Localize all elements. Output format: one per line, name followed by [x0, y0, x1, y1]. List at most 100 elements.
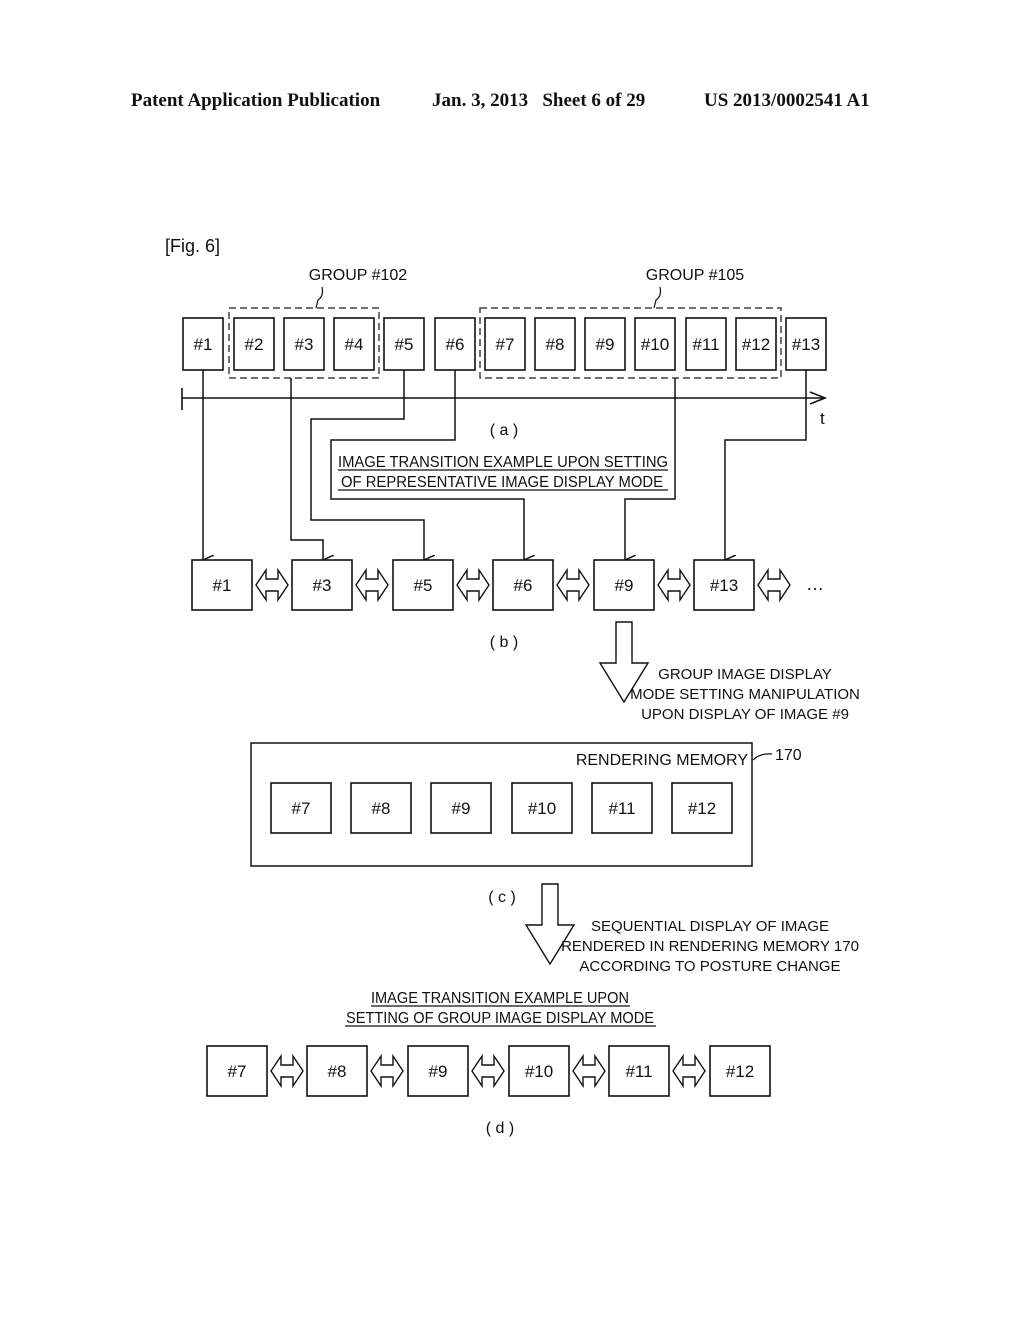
memory-image-box: #9: [430, 782, 492, 834]
representative-image-box: #13: [693, 559, 755, 611]
group-title-line-2: SETTING OF GROUP IMAGE DISPLAY MODE: [346, 1010, 654, 1027]
top-image-box-label: #11: [692, 335, 719, 354]
manipulation-note-line-2: MODE SETTING MANIPULATION: [630, 686, 860, 703]
top-image-box: #13: [785, 317, 827, 371]
part-b-label: ( b ): [490, 634, 518, 651]
group-image-box: #9: [407, 1045, 469, 1097]
top-image-box: #7: [484, 317, 526, 371]
memory-image-box: #12: [671, 782, 733, 834]
group-image-box-label: #10: [525, 1062, 553, 1081]
top-image-box-label: #8: [546, 335, 565, 354]
top-image-box: #1: [182, 317, 224, 371]
top-image-box-label: #9: [596, 335, 615, 354]
top-image-box-label: #6: [446, 335, 465, 354]
top-image-box: #3: [283, 317, 325, 371]
group-image-box: #8: [306, 1045, 368, 1097]
top-image-box: #6: [434, 317, 476, 371]
top-image-box-label: #12: [742, 335, 770, 354]
group-102-label: GROUP #102: [309, 267, 408, 284]
top-image-box: #12: [735, 317, 777, 371]
top-image-box: #5: [383, 317, 425, 371]
representative-image-box: #6: [492, 559, 554, 611]
group-image-box: #12: [709, 1045, 771, 1097]
sequential-note-line-1: SEQUENTIAL DISPLAY OF IMAGE: [591, 918, 829, 935]
group-image-box: #7: [206, 1045, 268, 1097]
representative-image-box: #1: [191, 559, 253, 611]
double-arrow-icon: [270, 1053, 304, 1089]
group-image-row: #7 #8 #9 #10 #11 #12: [206, 1045, 771, 1097]
memory-image-box-label: #11: [608, 799, 635, 818]
memory-image-box: #11: [591, 782, 653, 834]
representative-image-box: #9: [593, 559, 655, 611]
top-image-box-label: #3: [295, 335, 314, 354]
representative-image-box-label: #6: [514, 576, 533, 595]
manipulation-note-line-1: GROUP IMAGE DISPLAY: [658, 666, 832, 683]
sequential-note-line-3: ACCORDING TO POSTURE CHANGE: [579, 958, 840, 975]
top-image-box-label: #13: [792, 335, 820, 354]
top-image-box-label: #7: [496, 335, 515, 354]
top-image-box: #4: [333, 317, 375, 371]
memory-image-box-label: #9: [452, 799, 471, 818]
double-arrow-icon: [471, 1053, 505, 1089]
double-arrow-icon: [657, 567, 691, 603]
continuation-ellipsis: …: [806, 574, 824, 594]
memory-image-box-label: #12: [688, 799, 716, 818]
memory-image-box-label: #10: [528, 799, 556, 818]
part-a-label: ( a ): [490, 422, 518, 439]
top-image-box: #2: [233, 317, 275, 371]
group-102-leader: [315, 286, 324, 309]
rendering-memory-ref: 170: [775, 747, 802, 764]
double-arrow-icon: [757, 567, 791, 603]
memory-image-box: #10: [511, 782, 573, 834]
group-image-box: #11: [608, 1045, 670, 1097]
top-image-box: #9: [584, 317, 626, 371]
sequential-note-line-2: RENDERED IN RENDERING MEMORY 170: [561, 938, 859, 955]
top-image-box: #8: [534, 317, 576, 371]
group-105-label: GROUP #105: [646, 267, 745, 284]
connector-group-102: [290, 378, 323, 560]
time-axis-label: t: [820, 409, 825, 428]
part-c-label: ( c ): [488, 889, 516, 906]
rendering-memory-ref-leader: [752, 753, 773, 761]
top-image-box-label: #1: [194, 335, 213, 354]
double-arrow-icon: [572, 1053, 606, 1089]
top-image-box-label: #4: [345, 335, 364, 354]
double-arrow-icon: [370, 1053, 404, 1089]
group-image-box-label: #7: [228, 1062, 247, 1081]
figure-6-diagram: [Fig. 6] GROUP #102 GROUP #105 #1 #2 #3 #4 #…: [165, 236, 860, 1137]
top-image-box: #11: [685, 317, 727, 371]
double-arrow-icon: [355, 567, 389, 603]
part-d-label: ( d ): [486, 1120, 514, 1137]
representative-image-box: #3: [291, 559, 353, 611]
double-arrow-icon: [456, 567, 490, 603]
representative-image-box-label: #3: [313, 576, 332, 595]
group-105-leader: [653, 286, 662, 309]
representative-image-box-label: #1: [213, 576, 232, 595]
group-image-box: #10: [508, 1045, 570, 1097]
rendering-memory-label: RENDERING MEMORY: [576, 752, 748, 769]
top-image-box: #10: [634, 317, 676, 371]
memory-image-box-label: #7: [292, 799, 311, 818]
representative-title-line-2: OF REPRESENTATIVE IMAGE DISPLAY MODE: [341, 474, 663, 491]
representative-image-box-label: #13: [710, 576, 738, 595]
representative-image-box-label: #5: [414, 576, 433, 595]
top-image-row: #1 #2 #3 #4 #5 #6 #7 #8 #9 #10 #11 #12 #13: [182, 317, 827, 371]
representative-image-box-label: #9: [615, 576, 634, 595]
double-arrow-icon: [255, 567, 289, 603]
top-image-box-label: #2: [245, 335, 264, 354]
manipulation-note-line-3: UPON DISPLAY OF IMAGE #9: [641, 706, 849, 723]
double-arrow-icon: [672, 1053, 706, 1089]
group-image-box-label: #12: [726, 1062, 754, 1081]
group-title-line-1: IMAGE TRANSITION EXAMPLE UPON: [371, 990, 629, 1007]
double-arrow-icon: [556, 567, 590, 603]
memory-image-box-label: #8: [372, 799, 391, 818]
group-image-box-label: #8: [328, 1062, 347, 1081]
memory-image-box: #7: [270, 782, 332, 834]
top-image-box-label: #5: [395, 335, 414, 354]
figure-label: [Fig. 6]: [165, 236, 220, 256]
representative-image-row: #1 #3 #5 #6 #9 #13: [191, 559, 791, 611]
top-image-box-label: #10: [641, 335, 669, 354]
memory-image-box: #8: [350, 782, 412, 834]
representative-title-line-1: IMAGE TRANSITION EXAMPLE UPON SETTING: [338, 454, 668, 471]
group-image-box-label: #11: [625, 1062, 652, 1081]
